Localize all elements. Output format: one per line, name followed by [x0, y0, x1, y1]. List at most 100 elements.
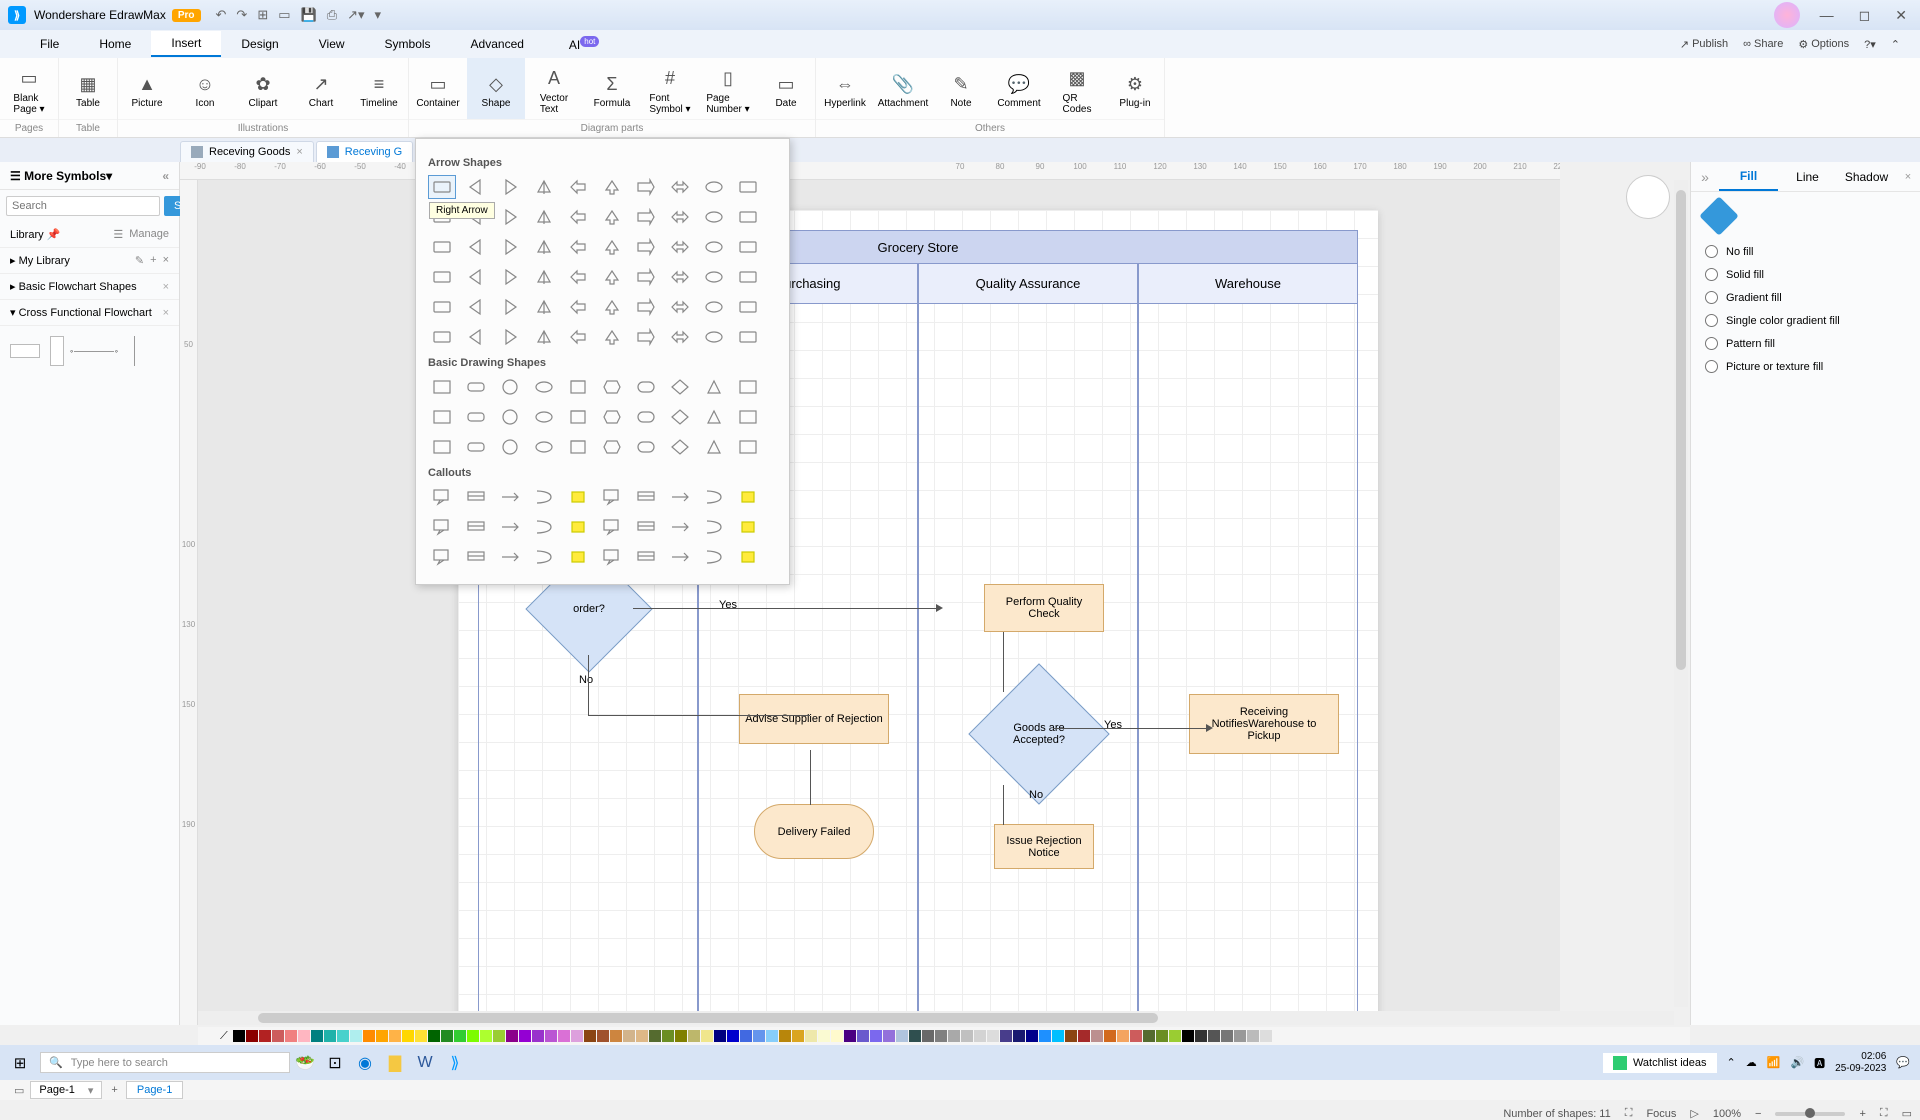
ribbon-comment[interactable]: 💬Comment — [990, 58, 1048, 119]
arrow-shape-cell[interactable]: Right Arrow — [428, 175, 456, 199]
color-swatch[interactable] — [597, 1030, 609, 1042]
arrow-shape-cell[interactable] — [496, 235, 524, 259]
basic-shape-cell[interactable] — [496, 405, 524, 429]
ribbon-hyperlink[interactable]: ⇔Hyperlink — [816, 58, 874, 119]
color-swatch[interactable] — [1026, 1030, 1038, 1042]
color-swatch[interactable] — [1078, 1030, 1090, 1042]
clock[interactable]: 02:0625-09-2023 — [1835, 1051, 1886, 1075]
scrollbar-v[interactable] — [1674, 180, 1688, 1007]
color-swatch[interactable] — [285, 1030, 297, 1042]
fill-radio[interactable] — [1705, 245, 1718, 258]
color-swatch[interactable] — [909, 1030, 921, 1042]
color-swatch[interactable] — [1117, 1030, 1129, 1042]
color-swatch[interactable] — [467, 1030, 479, 1042]
arrow-shape-cell[interactable] — [564, 325, 592, 349]
tab-close-icon[interactable]: × — [296, 146, 302, 158]
wifi-icon[interactable]: 📶 — [1767, 1056, 1781, 1069]
callout-shape-cell[interactable] — [428, 515, 456, 539]
node-qc[interactable]: Perform Quality Check — [984, 584, 1104, 632]
basic-shape-cell[interactable] — [666, 375, 694, 399]
fill-option[interactable]: Solid fill — [1705, 263, 1906, 286]
expand-right-icon[interactable]: » — [1691, 169, 1719, 185]
zoom-slider[interactable] — [1775, 1112, 1845, 1116]
color-swatch[interactable] — [1052, 1030, 1064, 1042]
more-symbols-dd[interactable]: ▾ — [106, 169, 112, 183]
fit-icon[interactable]: ⛶ — [1625, 1107, 1633, 1120]
manage-link[interactable]: Manage — [129, 228, 169, 241]
color-swatch[interactable] — [272, 1030, 284, 1042]
color-swatch[interactable] — [1195, 1030, 1207, 1042]
color-swatch[interactable] — [844, 1030, 856, 1042]
color-swatch[interactable] — [948, 1030, 960, 1042]
basic-shape-cell[interactable] — [632, 375, 660, 399]
color-swatch[interactable] — [376, 1030, 388, 1042]
color-swatch[interactable] — [1260, 1030, 1272, 1042]
color-swatch[interactable] — [623, 1030, 635, 1042]
cat-cross[interactable]: Cross Functional Flowchart — [19, 307, 152, 319]
color-swatch[interactable] — [636, 1030, 648, 1042]
doc-tab-2[interactable]: Receving G — [316, 141, 413, 162]
color-swatch[interactable] — [454, 1030, 466, 1042]
color-swatch[interactable] — [402, 1030, 414, 1042]
basic-shape-cell[interactable] — [598, 375, 626, 399]
ribbon-picture[interactable]: ▲Picture — [118, 58, 176, 119]
arrow-shape-cell[interactable] — [632, 205, 660, 229]
volume-icon[interactable]: 🔊 — [1790, 1056, 1804, 1069]
ribbon-blank-page-[interactable]: ▭BlankPage ▾ — [0, 58, 58, 119]
basic-shape-cell[interactable] — [564, 375, 592, 399]
ribbon-font-symbol-[interactable]: #FontSymbol ▾ — [641, 58, 699, 119]
watchlist[interactable]: Watchlist ideas — [1603, 1053, 1717, 1073]
undo-icon[interactable]: ↶ — [216, 7, 227, 23]
callout-shape-cell[interactable] — [462, 515, 490, 539]
arrow-shape-cell[interactable] — [734, 295, 762, 319]
arrow-shape-cell[interactable] — [530, 265, 558, 289]
tray-cloud-icon[interactable]: ☁ — [1746, 1056, 1757, 1069]
color-swatch[interactable] — [753, 1030, 765, 1042]
arrow-shape-cell[interactable] — [530, 175, 558, 199]
basic-shape-cell[interactable] — [700, 405, 728, 429]
basic-shape-cell[interactable] — [530, 405, 558, 429]
search-input[interactable] — [6, 196, 160, 216]
arrow-shape-cell[interactable] — [700, 325, 728, 349]
arrow-shape-cell[interactable] — [666, 265, 694, 289]
menu-design[interactable]: Design — [221, 32, 298, 56]
basic-shape-cell[interactable] — [632, 405, 660, 429]
help-icon[interactable]: ?▾ — [1859, 38, 1881, 51]
color-swatch[interactable] — [831, 1030, 843, 1042]
arrow-shape-cell[interactable] — [700, 175, 728, 199]
export-icon[interactable]: ↗▾ — [347, 7, 364, 23]
ribbon-shape[interactable]: ◇Shape — [467, 58, 525, 119]
menu-view[interactable]: View — [299, 32, 365, 56]
options-link[interactable]: ⚙ Options — [1793, 38, 1854, 51]
fill-radio[interactable] — [1705, 314, 1718, 327]
arrow-shape-cell[interactable] — [632, 265, 660, 289]
basic-shape-cell[interactable] — [462, 405, 490, 429]
color-swatch[interactable] — [1234, 1030, 1246, 1042]
qat-more-icon[interactable]: ▾ — [375, 7, 382, 23]
taskbar-search[interactable]: 🔍 Type here to search — [40, 1052, 290, 1073]
basic-shape-cell[interactable] — [530, 435, 558, 459]
color-swatch[interactable] — [389, 1030, 401, 1042]
arrow-shape-cell[interactable] — [462, 295, 490, 319]
color-swatch[interactable] — [805, 1030, 817, 1042]
callout-shape-cell[interactable] — [632, 515, 660, 539]
basic-shape-cell[interactable] — [666, 405, 694, 429]
cat-expand-icon[interactable]: ▸ — [10, 280, 19, 293]
arrow-shape-cell[interactable] — [564, 205, 592, 229]
callout-shape-cell[interactable] — [734, 515, 762, 539]
eyedropper-icon[interactable]: ⟋ — [220, 1030, 228, 1043]
ribbon-date[interactable]: ▭Date — [757, 58, 815, 119]
basic-shape-cell[interactable] — [700, 435, 728, 459]
arrow-shape-cell[interactable] — [428, 325, 456, 349]
node-fail[interactable]: Delivery Failed — [754, 804, 874, 859]
color-swatch[interactable] — [311, 1030, 323, 1042]
arrow-shape-cell[interactable] — [496, 205, 524, 229]
arrow-shape-cell[interactable] — [530, 205, 558, 229]
publish-link[interactable]: ↗ Publish — [1675, 38, 1733, 51]
color-swatch[interactable] — [246, 1030, 258, 1042]
arrow-shape-cell[interactable] — [496, 265, 524, 289]
color-swatch[interactable] — [233, 1030, 245, 1042]
menu-home[interactable]: Home — [79, 32, 151, 56]
arrow-shape-cell[interactable] — [734, 175, 762, 199]
callout-shape-cell[interactable] — [598, 545, 626, 569]
